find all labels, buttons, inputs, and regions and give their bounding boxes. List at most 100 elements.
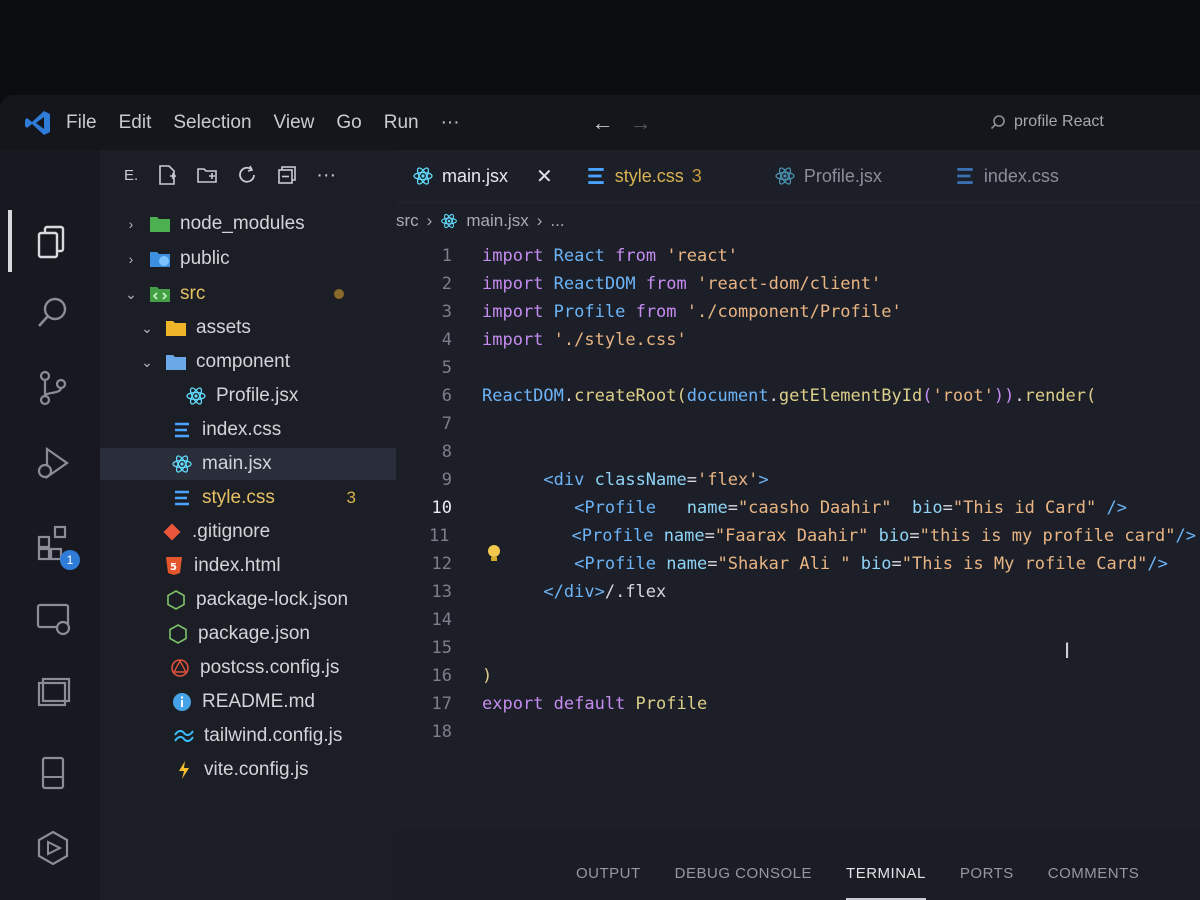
tree-label: package-lock.json	[196, 589, 349, 610]
tree-file-postcss-config[interactable]: postcss.config.js	[100, 652, 396, 684]
css-icon	[170, 487, 194, 509]
close-icon[interactable]: ✕	[536, 164, 553, 189]
tree-label: main.jsx	[202, 453, 272, 474]
collapse-all-icon[interactable]	[276, 164, 298, 186]
tree-file-vite-config[interactable]: vite.config.js	[100, 754, 396, 786]
breadcrumb: src › main.jsx › ...	[396, 203, 1200, 239]
command-center-search[interactable]: profile React	[990, 109, 1190, 135]
menu-file[interactable]: File	[66, 112, 97, 134]
breadcrumb-more[interactable]: ...	[550, 211, 564, 231]
tree-file-index-html[interactable]: 5 index.html	[100, 550, 396, 582]
line-number: 2	[441, 274, 452, 294]
line-number: 18	[431, 722, 452, 742]
problems-count-badge: 3	[346, 488, 356, 507]
line-number: 1	[441, 246, 452, 266]
nav-arrows: ← →	[592, 110, 652, 136]
breadcrumb-file[interactable]: main.jsx	[466, 211, 528, 231]
vscode-window: File Edit Selection View Go Run ··· ← → …	[0, 95, 1200, 900]
menu-run[interactable]: Run	[384, 112, 419, 134]
tab-main-jsx[interactable]: main.jsx ✕	[396, 150, 569, 202]
book-icon[interactable]	[30, 750, 76, 796]
tree-folder-public[interactable]: › public	[100, 243, 396, 275]
code-line: 17 export default Profile	[396, 690, 1196, 718]
run-debug-icon[interactable]	[30, 440, 76, 486]
tab-index-css[interactable]: index.css	[938, 150, 1075, 202]
menu-more[interactable]: ···	[441, 112, 460, 134]
refresh-icon[interactable]	[236, 164, 258, 186]
tree-label: src	[180, 283, 206, 304]
lightbulb-icon[interactable]	[486, 544, 502, 564]
tab-profile-jsx[interactable]: Profile.jsx	[758, 150, 898, 202]
line-number: 3	[441, 302, 452, 322]
tab-style-css[interactable]: style.css 3	[569, 150, 718, 202]
code-token: 'root'	[932, 386, 994, 406]
tab-debug-console[interactable]: DEBUG CONSOLE	[675, 865, 812, 900]
tree-folder-assets[interactable]: ⌄ assets	[100, 312, 396, 344]
line-number: 6	[441, 386, 452, 406]
menu-go[interactable]: Go	[336, 112, 361, 134]
line-number: 13	[431, 582, 452, 602]
tab-output[interactable]: OUTPUT	[576, 865, 641, 900]
code-token: className	[594, 470, 687, 490]
code-token: >	[758, 470, 769, 490]
code-line: 18	[396, 718, 1196, 746]
more-actions-icon[interactable]: ···	[316, 164, 336, 187]
tree-file-gitignore[interactable]: .gitignore	[100, 516, 396, 548]
source-control-icon[interactable]	[30, 365, 76, 411]
code-line: 5	[396, 354, 1196, 382]
back-arrow-icon[interactable]: ←	[592, 110, 614, 136]
chevron-right-icon: ›	[128, 251, 134, 267]
line-number: 15	[431, 638, 452, 658]
code-token: import	[482, 330, 544, 350]
search-activity-icon[interactable]	[30, 290, 76, 336]
tab-ports[interactable]: PORTS	[960, 865, 1014, 900]
line-number: 14	[431, 610, 452, 630]
tab-comments[interactable]: COMMENTS	[1048, 865, 1140, 900]
tree-folder-component[interactable]: ⌄ component	[100, 346, 396, 378]
tree-file-readme[interactable]: README.md	[100, 686, 396, 718]
tree-file-profile-jsx[interactable]: Profile.jsx	[100, 380, 396, 412]
tree-label: .gitignore	[192, 521, 271, 542]
tab-label: Profile.jsx	[803, 165, 882, 186]
html-icon: 5	[162, 555, 186, 577]
tree-file-tailwind-config[interactable]: tailwind.config.js	[100, 720, 396, 752]
vscode-logo-icon[interactable]	[24, 109, 52, 137]
menu-selection[interactable]: Selection	[173, 112, 251, 134]
tree-file-style-css[interactable]: style.css 3	[100, 482, 396, 514]
code-token: createRoot	[574, 386, 677, 406]
tree-file-index-css[interactable]: index.css	[100, 414, 396, 446]
tab-terminal[interactable]: TERMINAL	[846, 865, 926, 900]
code-token: =	[686, 470, 697, 490]
menu-view[interactable]: View	[274, 112, 315, 134]
forward-arrow-icon[interactable]: →	[630, 110, 652, 136]
tree-folder-node-modules[interactable]: › node_modules	[100, 208, 396, 240]
tree-file-main-jsx[interactable]: main.jsx	[100, 448, 396, 480]
code-token: from	[645, 274, 687, 294]
code-token: </div>	[543, 582, 605, 602]
extensions-icon[interactable]: 1	[30, 518, 80, 570]
new-folder-icon[interactable]	[196, 164, 218, 186]
new-file-icon[interactable]	[156, 164, 178, 186]
explorer-title: E.	[124, 166, 139, 184]
code-token: ReactDOM	[482, 386, 564, 406]
explorer-icon[interactable]	[30, 218, 76, 264]
modified-dot	[334, 289, 344, 299]
line-number: 5	[441, 358, 452, 378]
tree-folder-src[interactable]: ⌄ src	[100, 278, 396, 310]
chevron-down-icon: ⌄	[141, 353, 153, 370]
tree-file-package-lock-json[interactable]: package-lock.json	[100, 584, 396, 616]
code-token: "This id Card"	[952, 498, 1097, 518]
code-token: "this is my profile card"	[919, 526, 1176, 546]
code-token: './component/Profile'	[686, 302, 902, 322]
code-token: <Profile	[574, 498, 657, 518]
remote-explorer-icon[interactable]	[30, 595, 76, 641]
hexagon-icon[interactable]	[30, 825, 76, 871]
vite-icon	[172, 759, 196, 781]
tab-label: index.css	[983, 165, 1059, 186]
breadcrumb-folder[interactable]: src	[396, 211, 419, 231]
menu-edit[interactable]: Edit	[119, 112, 152, 134]
panels-icon[interactable]	[30, 670, 76, 716]
tree-file-package-json[interactable]: package.json	[100, 618, 396, 650]
code-line: 3 import Profile from './component/Profi…	[396, 298, 1196, 326]
code-line: 13 </div>/.flex	[396, 578, 1196, 606]
